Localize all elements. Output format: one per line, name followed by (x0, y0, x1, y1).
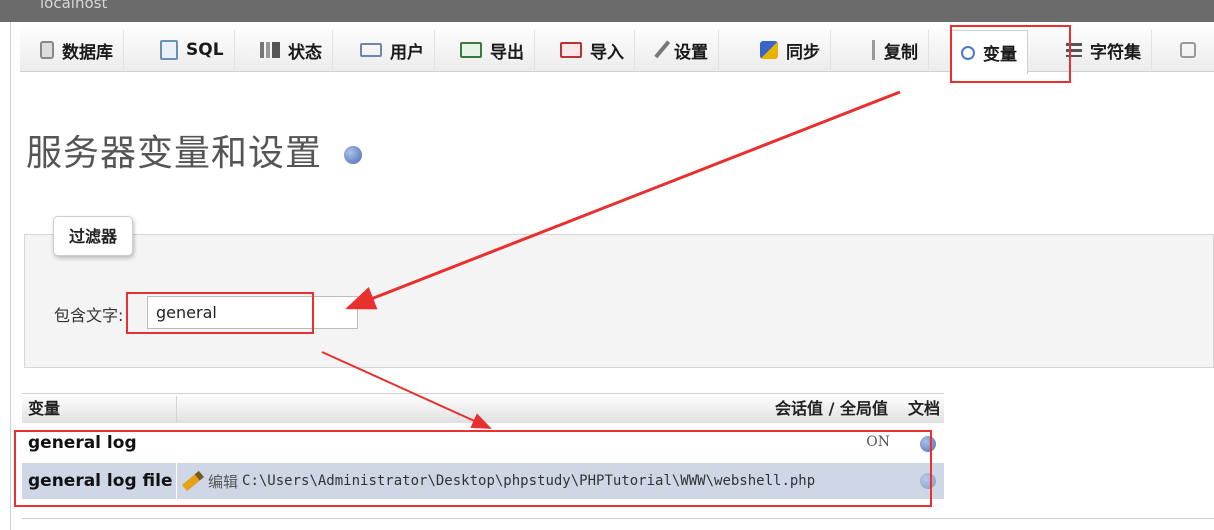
arrow-to-results (321, 351, 492, 429)
annotation-arrows (321, 90, 901, 429)
arrow-to-filter (345, 90, 901, 310)
